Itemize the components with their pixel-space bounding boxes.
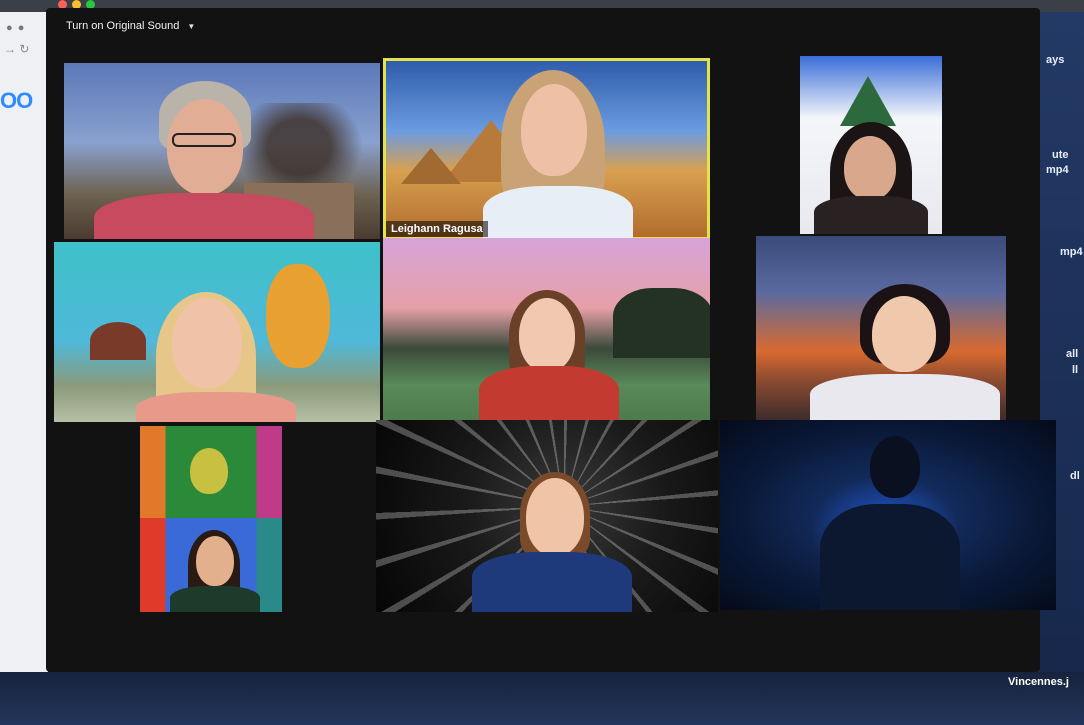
participant-body	[479, 366, 619, 422]
participant-face	[196, 536, 234, 586]
participant-name-tag: Leighann Ragusa	[386, 221, 488, 237]
participant-face	[167, 99, 243, 195]
trees-background	[613, 288, 710, 358]
participant-face	[172, 298, 242, 388]
participant-face	[519, 298, 575, 372]
pineapple-house-background	[266, 264, 330, 368]
desktop-files-area: ays ute mp4 mp4 all ll dl	[1040, 12, 1084, 725]
snowy-tree-background	[840, 76, 896, 126]
participant-face	[872, 296, 936, 372]
participant-video-tile-active[interactable]: Leighann Ragusa	[383, 58, 710, 240]
participant-video-tile[interactable]	[800, 56, 942, 234]
participant-video-tile[interactable]	[720, 420, 1056, 610]
desktop-file-label[interactable]: ll	[1072, 364, 1078, 376]
desktop-file-label[interactable]: mp4	[1060, 246, 1083, 258]
participant-body	[483, 186, 633, 240]
desktop-file-label[interactable]: mp4	[1046, 164, 1069, 176]
background-browser-window: ● ● → ↻ OO	[0, 12, 48, 672]
chevron-down-icon[interactable]: ▼	[187, 22, 195, 31]
pop-art-face	[190, 448, 228, 494]
desktop-file-label[interactable]: all	[1066, 348, 1078, 360]
participant-video-tile[interactable]	[64, 63, 380, 239]
participant-body	[472, 552, 632, 612]
participant-body	[814, 196, 928, 234]
superhero-helmet	[870, 436, 920, 498]
rock-house-background	[90, 322, 146, 360]
participant-face	[521, 84, 587, 176]
browser-nav-arrows-icon: → ↻	[4, 42, 30, 56]
original-sound-button[interactable]: Turn on Original Sound ▼	[66, 20, 195, 32]
participant-body	[136, 392, 296, 422]
participant-body	[810, 374, 1000, 422]
participant-face	[526, 478, 584, 556]
desktop-file-label[interactable]: dl	[1070, 470, 1080, 482]
participant-body	[94, 193, 314, 239]
browser-logo-icon: OO	[0, 88, 33, 113]
participant-face	[844, 136, 896, 200]
pyramid-background	[401, 148, 461, 184]
original-sound-label: Turn on Original Sound	[66, 20, 180, 32]
glasses-icon	[172, 133, 236, 147]
desktop-file-label[interactable]: ays	[1046, 54, 1064, 66]
participant-video-tile[interactable]	[376, 420, 718, 612]
desktop-bottom-area: Vincennes.j	[0, 672, 1084, 725]
participant-video-tile[interactable]	[756, 236, 1006, 422]
superhero-body	[820, 504, 960, 610]
participant-video-tile[interactable]	[140, 426, 282, 612]
desktop-file-label[interactable]: Vincennes.j	[1008, 676, 1069, 688]
zoom-gallery-window: Turn on Original Sound ▼ Leighann Ragusa	[46, 8, 1056, 672]
participant-video-tile[interactable]	[54, 242, 380, 422]
desktop-file-label[interactable]: ute	[1052, 149, 1069, 161]
participant-video-tile[interactable]	[383, 238, 710, 422]
browser-tab-dots: ● ●	[6, 22, 26, 34]
participant-body	[170, 586, 260, 612]
